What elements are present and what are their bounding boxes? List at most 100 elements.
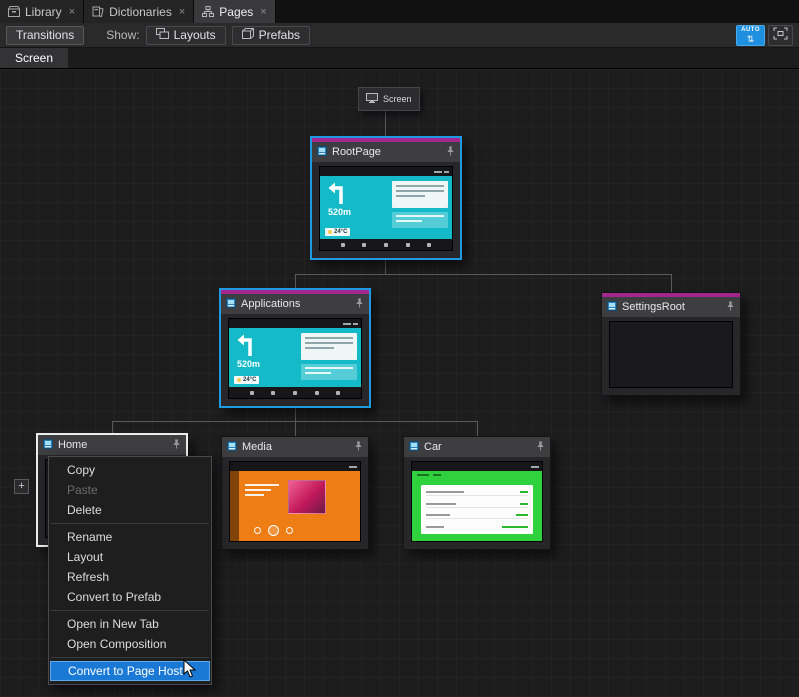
auto-arrange-button[interactable]: AUTO ⇅ — [736, 25, 765, 46]
node-applications[interactable]: Applications 520m 24°C — [219, 288, 371, 408]
thumb-nav-screen: 520m 24°C — [229, 328, 361, 387]
thumb-status-bar — [412, 462, 542, 471]
node-preview — [404, 457, 550, 549]
car-header-text — [417, 474, 441, 476]
menu-item-delete[interactable]: Delete — [49, 500, 211, 520]
tab-library[interactable]: Library × — [0, 0, 84, 23]
connector — [671, 274, 672, 292]
page-icon — [607, 298, 617, 316]
menu-item-refresh[interactable]: Refresh — [49, 567, 211, 587]
menu-item-copy[interactable]: Copy — [49, 460, 211, 480]
node-preview: 520m 24°C — [221, 314, 369, 406]
menu-item-convert-to-prefab[interactable]: Convert to Prefab — [49, 587, 211, 607]
breadcrumb-bar: Screen — [0, 48, 799, 69]
media-track-text — [245, 484, 279, 496]
tab-label: Pages — [219, 5, 253, 19]
page-icon — [43, 436, 53, 454]
close-icon[interactable]: × — [260, 6, 266, 18]
node-media[interactable]: Media — [221, 436, 369, 550]
menu-item-open-composition[interactable]: Open Composition — [49, 634, 211, 654]
menu-item-open-in-new-tab[interactable]: Open in New Tab — [49, 614, 211, 634]
node-title-bar: Car — [404, 437, 550, 457]
library-icon — [8, 6, 20, 17]
prev-icon — [254, 527, 261, 534]
show-label: Show: — [106, 28, 139, 42]
menu-separator — [51, 657, 209, 658]
add-node-button[interactable]: + — [14, 479, 29, 494]
toolbar-right-group: AUTO ⇅ — [736, 25, 793, 46]
pages-editor-window: Library × Dictionaries × Pages × Transit… — [0, 0, 799, 697]
document-tabbar: Library × Dictionaries × Pages × — [0, 0, 799, 23]
pin-icon[interactable] — [355, 295, 364, 313]
media-thumbnail — [229, 461, 361, 542]
node-label: RootPage — [332, 146, 441, 158]
transitions-button[interactable]: Transitions — [6, 26, 84, 45]
layouts-icon — [156, 28, 169, 42]
connector — [295, 408, 296, 421]
node-rootpage[interactable]: RootPage 520m 24°C — [310, 136, 462, 260]
thumb-nav-screen: 520m 24°C — [320, 176, 452, 239]
thumb-info-panel-2 — [392, 212, 448, 228]
node-settingsroot[interactable]: SettingsRoot — [601, 292, 741, 396]
menu-item-rename[interactable]: Rename — [49, 527, 211, 547]
layouts-label: Layouts — [174, 28, 216, 42]
breadcrumb-screen[interactable]: Screen — [0, 48, 68, 68]
pin-icon[interactable] — [536, 438, 545, 456]
node-label: Home — [58, 439, 167, 451]
auto-label: AUTO — [741, 27, 760, 34]
thumb-media-screen — [230, 471, 360, 541]
dictionaries-icon — [92, 6, 104, 17]
nav-thumbnail: 520m 24°C — [228, 318, 362, 399]
node-preview — [222, 457, 368, 549]
node-car[interactable]: Car — [403, 436, 551, 550]
node-label: Car — [424, 441, 531, 453]
turn-left-arrow-icon — [235, 331, 257, 357]
page-icon — [317, 143, 327, 161]
node-screen[interactable]: Screen — [358, 87, 420, 111]
fit-view-button[interactable] — [768, 25, 793, 46]
temperature-label: 24°C — [334, 229, 347, 235]
tab-dictionaries[interactable]: Dictionaries × — [84, 0, 194, 23]
close-icon[interactable]: × — [179, 6, 185, 18]
node-label: SettingsRoot — [622, 301, 721, 313]
thumb-info-panel — [301, 333, 357, 360]
thumb-status-bar — [320, 167, 452, 176]
menu-item-paste: Paste — [49, 480, 211, 500]
close-icon[interactable]: × — [69, 6, 75, 18]
pages-icon — [202, 6, 214, 17]
pin-icon[interactable] — [354, 438, 363, 456]
pages-toolbar: Transitions Show: Layouts Prefabs AUTO ⇅ — [0, 23, 799, 48]
distance-label: 520m — [237, 359, 260, 369]
media-side-strip — [230, 471, 239, 541]
layouts-toggle[interactable]: Layouts — [146, 26, 226, 45]
car-thumbnail — [411, 461, 543, 542]
pin-icon[interactable] — [172, 436, 181, 454]
prefabs-toggle[interactable]: Prefabs — [232, 26, 310, 45]
sun-icon — [328, 230, 332, 234]
pin-icon[interactable] — [446, 143, 455, 161]
menu-separator — [51, 610, 209, 611]
node-title-bar: Media — [222, 437, 368, 457]
node-title-bar: Applications — [221, 294, 369, 314]
node-label: Media — [242, 441, 349, 453]
nav-thumbnail: 520m 24°C — [319, 166, 453, 251]
menu-item-layout[interactable]: Layout — [49, 547, 211, 567]
turn-left-arrow-icon — [326, 179, 348, 205]
car-info-panel — [421, 485, 533, 534]
thumb-info-panel — [392, 181, 448, 208]
thumb-bottom-bar — [229, 387, 361, 398]
sun-icon — [237, 378, 241, 382]
album-art — [288, 480, 326, 514]
prefabs-label: Prefabs — [259, 28, 300, 42]
empty-thumbnail — [609, 321, 733, 388]
temperature-label: 24°C — [243, 377, 256, 383]
page-graph-canvas[interactable]: Screen RootPage 520m 24°C — [0, 69, 799, 697]
tab-pages[interactable]: Pages × — [194, 0, 275, 23]
node-title-bar: RootPage — [312, 142, 460, 162]
pin-icon[interactable] — [726, 298, 735, 316]
menu-item-convert-to-page-host[interactable]: Convert to Page Host — [50, 661, 210, 681]
node-title-bar: SettingsRoot — [602, 297, 740, 317]
thumb-status-bar — [230, 462, 360, 471]
menu-separator — [51, 523, 209, 524]
thumb-info-panel-2 — [301, 364, 357, 380]
